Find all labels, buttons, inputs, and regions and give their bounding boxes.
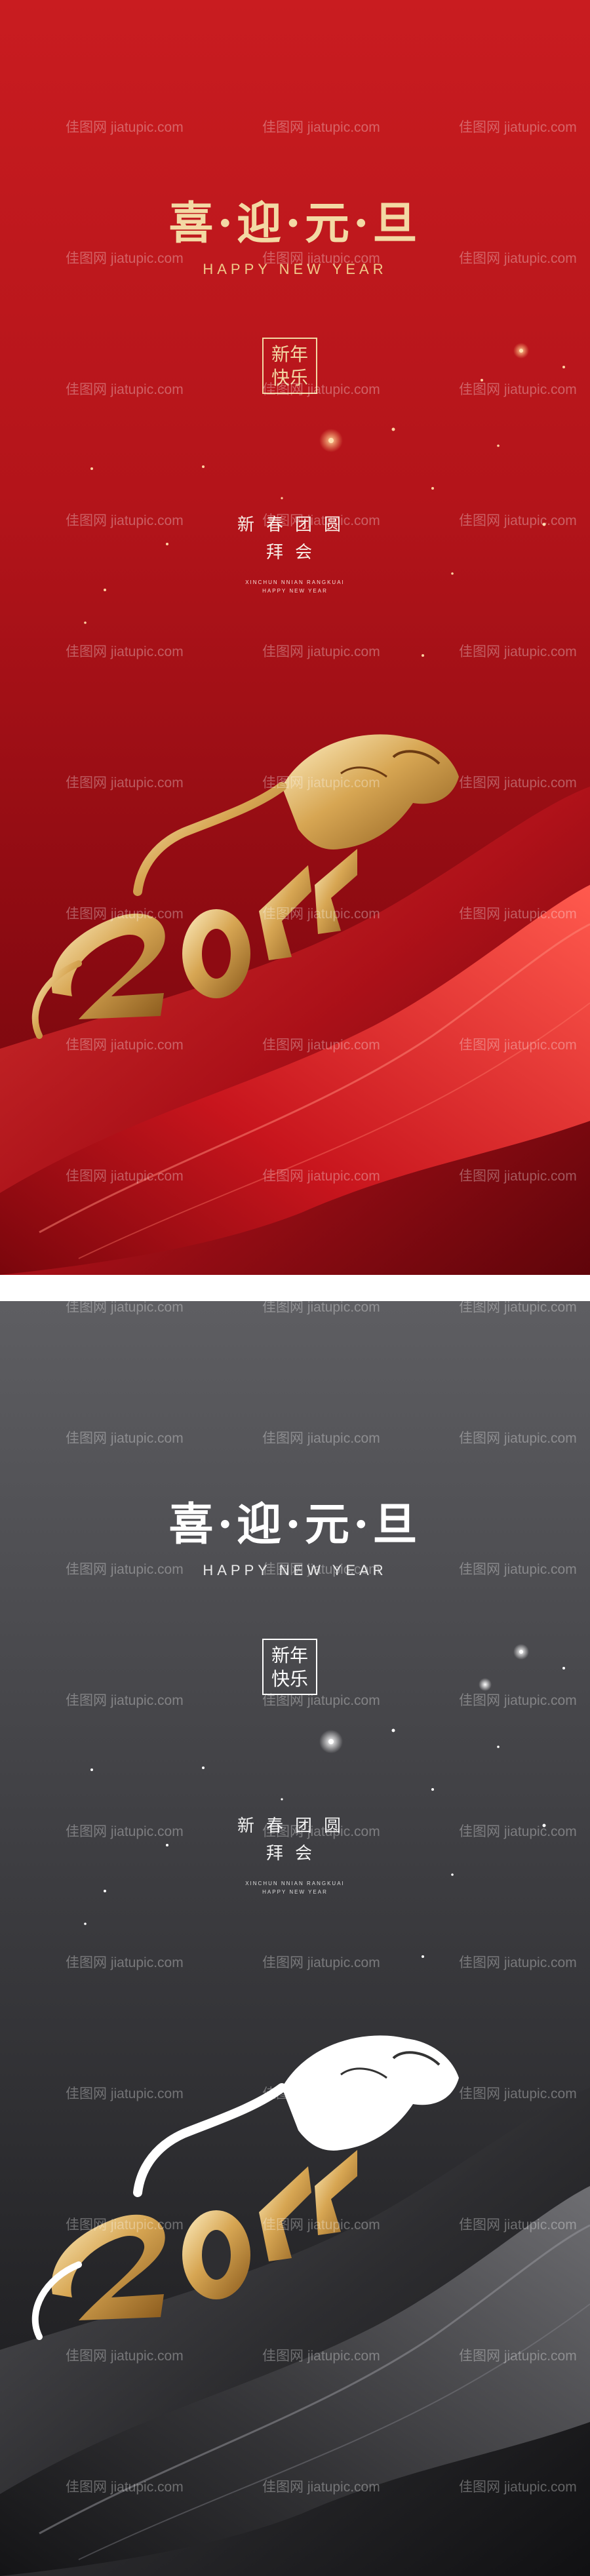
watermark-text: 佳图网 jiatupic.com [262, 1562, 380, 1577]
watermark-text: 佳图网 jiatupic.com [66, 775, 184, 790]
watermark-text: 佳图网 jiatupic.com [262, 1169, 380, 1184]
seal-line: 新年 [271, 1645, 308, 1666]
watermark-text: 佳图网 jiatupic.com [66, 1955, 184, 1970]
event-small-line: XINCHUN NNIAN RANGKUAI [245, 1881, 345, 1886]
watermark-text: 佳图网 jiatupic.com [262, 1038, 380, 1053]
poster-title: 喜·迎·元·旦 [168, 1498, 422, 1551]
watermark-text: 佳图网 jiatupic.com [262, 1300, 380, 1315]
watermark-text: 佳图网 jiatupic.com [66, 382, 184, 397]
watermark-text: 佳图网 jiatupic.com [66, 251, 184, 266]
watermark-text: 佳图网 jiatupic.com [66, 1431, 184, 1446]
watermark-text: 佳图网 jiatupic.com [66, 120, 184, 135]
tiger-icon [133, 734, 459, 896]
event-small-line: XINCHUN NNIAN RANGKUAI [245, 579, 345, 585]
watermark-text: 佳图网 jiatupic.com [459, 644, 577, 659]
watermark-text: 佳图网 jiatupic.com [459, 1955, 577, 1970]
watermark-text: 佳图网 jiatupic.com [66, 1824, 184, 1839]
watermark-text: 佳图网 jiatupic.com [262, 1955, 380, 1970]
watermark-text: 佳图网 jiatupic.com [66, 1693, 184, 1708]
watermark-text: 佳图网 jiatupic.com [262, 120, 380, 135]
watermark-text: 佳图网 jiatupic.com [262, 2086, 380, 2101]
watermark-text: 佳图网 jiatupic.com [66, 2217, 184, 2233]
watermark-text: 佳图网 jiatupic.com [66, 513, 184, 528]
watermark-text: 佳图网 jiatupic.com [459, 1824, 577, 1839]
seal-line: 新年 [271, 343, 308, 365]
watermark-text: 佳图网 jiatupic.com [459, 2349, 577, 2364]
watermark-text: 佳图网 jiatupic.com [459, 513, 577, 528]
event-small-text: XINCHUN NNIAN RANGKUAI HAPPY NEW YEAR [0, 578, 590, 595]
watermark-text: 佳图网 jiatupic.com [66, 2086, 184, 2101]
watermark-text: 佳图网 jiatupic.com [459, 1169, 577, 1184]
watermark-text: 佳图网 jiatupic.com [459, 775, 577, 790]
watermark-text: 佳图网 jiatupic.com [262, 775, 380, 790]
watermark-text: 佳图网 jiatupic.com [66, 1038, 184, 1053]
watermark-text: 佳图网 jiatupic.com [262, 644, 380, 659]
watermark-text: 佳图网 jiatupic.com [66, 1562, 184, 1577]
watermark-text: 佳图网 jiatupic.com [459, 1300, 577, 1315]
event-small-text: XINCHUN NNIAN RANGKUAI HAPPY NEW YEAR [0, 1879, 590, 1896]
watermark-text: 佳图网 jiatupic.com [459, 2217, 577, 2233]
poster-red: 喜·迎·元·旦 HAPPY NEW YEAR 新年 快乐 新春团圆 拜会 XIN… [0, 0, 590, 1275]
watermark-text: 佳图网 jiatupic.com [66, 1300, 184, 1315]
watermark-text: 佳图网 jiatupic.com [262, 513, 380, 528]
watermark-text: 佳图网 jiatupic.com [459, 2086, 577, 2101]
watermark-text: 佳图网 jiatupic.com [66, 644, 184, 659]
tiger-icon [133, 2035, 459, 2197]
watermark-text: 佳图网 jiatupic.com [262, 2217, 380, 2233]
greeting-seal: 新年 快乐 [262, 1639, 317, 1695]
watermark-text: 佳图网 jiatupic.com [262, 2349, 380, 2364]
watermark-text: 佳图网 jiatupic.com [262, 1824, 380, 1839]
event-small-line: HAPPY NEW YEAR [262, 588, 328, 594]
watermark-text: 佳图网 jiatupic.com [262, 1693, 380, 1708]
seal-line: 快乐 [271, 1668, 308, 1690]
poster-dark: 喜·迎·元·旦 HAPPY NEW YEAR 新年 快乐 新春团圆 拜会 XIN… [0, 1301, 590, 2576]
watermark-text: 佳图网 jiatupic.com [66, 2349, 184, 2364]
watermark-text: 佳图网 jiatupic.com [262, 907, 380, 922]
event-line: 拜会 [266, 543, 324, 562]
watermark-text: 佳图网 jiatupic.com [262, 2480, 380, 2495]
watermark-text: 佳图网 jiatupic.com [459, 1693, 577, 1708]
watermark-text: 佳图网 jiatupic.com [459, 907, 577, 922]
watermark-text: 佳图网 jiatupic.com [459, 2480, 577, 2495]
watermark-text: 佳图网 jiatupic.com [66, 1169, 184, 1184]
watermark-text: 佳图网 jiatupic.com [66, 2480, 184, 2495]
watermark-text: 佳图网 jiatupic.com [262, 1431, 380, 1446]
watermark-text: 佳图网 jiatupic.com [459, 1562, 577, 1577]
event-line: 拜会 [266, 1844, 324, 1864]
watermark-text: 佳图网 jiatupic.com [459, 382, 577, 397]
watermark-text: 佳图网 jiatupic.com [66, 907, 184, 922]
watermark-text: 佳图网 jiatupic.com [459, 120, 577, 135]
poster-title: 喜·迎·元·旦 [168, 197, 422, 250]
watermark-text: 佳图网 jiatupic.com [459, 1038, 577, 1053]
watermark-text: 佳图网 jiatupic.com [459, 251, 577, 266]
watermark-text: 佳图网 jiatupic.com [262, 251, 380, 266]
event-small-line: HAPPY NEW YEAR [262, 1889, 328, 1895]
watermark-text: 佳图网 jiatupic.com [262, 382, 380, 397]
watermark-text: 佳图网 jiatupic.com [459, 1431, 577, 1446]
